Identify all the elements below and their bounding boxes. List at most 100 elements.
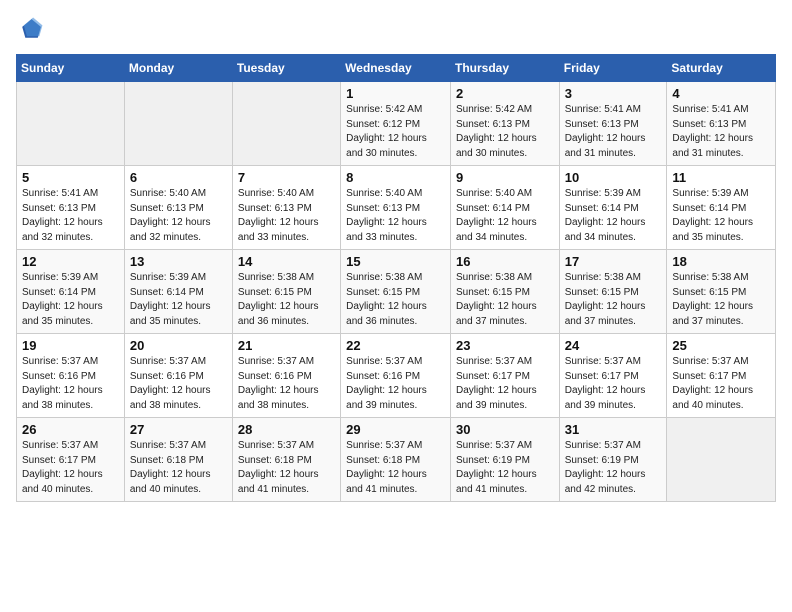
day-number: 26	[22, 422, 119, 437]
day-info: Sunrise: 5:37 AM Sunset: 6:17 PM Dayligh…	[565, 355, 662, 413]
day-number: 13	[130, 254, 227, 269]
day-info: Sunrise: 5:40 AM Sunset: 6:13 PM Dayligh…	[130, 187, 227, 245]
day-number: 12	[22, 254, 119, 269]
day-number: 4	[672, 86, 770, 101]
calendar-cell: 2 Sunrise: 5:42 AM Sunset: 6:13 PM Daylig…	[450, 82, 559, 166]
day-number: 29	[346, 422, 445, 437]
day-number: 1	[346, 86, 445, 101]
weekday-header-friday: Friday	[559, 55, 667, 82]
calendar-cell: 25Sunrise: 5:37 AM Sunset: 6:17 PM Dayli…	[667, 334, 776, 418]
calendar-cell: 4 Sunrise: 5:41 AM Sunset: 6:13 PM Daylig…	[667, 82, 776, 166]
day-info: Sunrise: 5:39 AM Sunset: 6:14 PM Dayligh…	[672, 187, 770, 245]
day-info: Sunrise: 5:42 AM Sunset: 6:13 PM Dayligh…	[456, 103, 554, 161]
calendar-cell: 7Sunrise: 5:40 AM Sunset: 6:13 PM Daylig…	[232, 166, 340, 250]
calendar-cell: 17 Sunrise: 5:38 AM Sunset: 6:15 PM Dayli…	[559, 250, 667, 334]
week-row-5: 26 Sunrise: 5:37 AM Sunset: 6:17 PM Dayli…	[17, 418, 776, 502]
day-number: 8	[346, 170, 445, 185]
calendar-cell	[17, 82, 125, 166]
week-row-1: 1 Sunrise: 5:42 AM Sunset: 6:12 PM Daylig…	[17, 82, 776, 166]
week-row-3: 12 Sunrise: 5:39 AM Sunset: 6:14 PM Dayli…	[17, 250, 776, 334]
weekday-header-row: SundayMondayTuesdayWednesdayThursdayFrid…	[17, 55, 776, 82]
day-info: Sunrise: 5:41 AM Sunset: 6:13 PM Dayligh…	[22, 187, 119, 245]
calendar-cell: 1 Sunrise: 5:42 AM Sunset: 6:12 PM Daylig…	[341, 82, 451, 166]
day-info: Sunrise: 5:40 AM Sunset: 6:14 PM Dayligh…	[456, 187, 554, 245]
calendar-cell: 22Sunrise: 5:37 AM Sunset: 6:16 PM Dayli…	[341, 334, 451, 418]
day-info: Sunrise: 5:37 AM Sunset: 6:16 PM Dayligh…	[130, 355, 227, 413]
day-number: 15	[346, 254, 445, 269]
day-info: Sunrise: 5:41 AM Sunset: 6:13 PM Dayligh…	[565, 103, 662, 161]
calendar-cell: 13 Sunrise: 5:39 AM Sunset: 6:14 PM Dayli…	[124, 250, 232, 334]
calendar-cell	[124, 82, 232, 166]
day-info: Sunrise: 5:38 AM Sunset: 6:15 PM Dayligh…	[238, 271, 335, 329]
logo	[16, 16, 48, 44]
day-number: 17	[565, 254, 662, 269]
calendar-cell: 10Sunrise: 5:39 AM Sunset: 6:14 PM Dayli…	[559, 166, 667, 250]
day-number: 14	[238, 254, 335, 269]
calendar-cell: 28Sunrise: 5:37 AM Sunset: 6:18 PM Dayli…	[232, 418, 340, 502]
calendar-cell	[232, 82, 340, 166]
day-number: 2	[456, 86, 554, 101]
day-number: 5	[22, 170, 119, 185]
day-info: Sunrise: 5:37 AM Sunset: 6:17 PM Dayligh…	[456, 355, 554, 413]
day-info: Sunrise: 5:38 AM Sunset: 6:15 PM Dayligh…	[346, 271, 445, 329]
calendar-cell	[667, 418, 776, 502]
calendar-cell: 15 Sunrise: 5:38 AM Sunset: 6:15 PM Dayli…	[341, 250, 451, 334]
day-info: Sunrise: 5:42 AM Sunset: 6:12 PM Dayligh…	[346, 103, 445, 161]
day-info: Sunrise: 5:37 AM Sunset: 6:19 PM Dayligh…	[565, 439, 662, 497]
calendar-cell: 12 Sunrise: 5:39 AM Sunset: 6:14 PM Dayli…	[17, 250, 125, 334]
calendar-cell: 18 Sunrise: 5:38 AM Sunset: 6:15 PM Dayli…	[667, 250, 776, 334]
day-number: 6	[130, 170, 227, 185]
calendar-cell: 23 Sunrise: 5:37 AM Sunset: 6:17 PM Dayli…	[450, 334, 559, 418]
weekday-header-saturday: Saturday	[667, 55, 776, 82]
day-info: Sunrise: 5:37 AM Sunset: 6:19 PM Dayligh…	[456, 439, 554, 497]
day-number: 16	[456, 254, 554, 269]
calendar-cell: 30Sunrise: 5:37 AM Sunset: 6:19 PM Dayli…	[450, 418, 559, 502]
calendar-cell: 9Sunrise: 5:40 AM Sunset: 6:14 PM Daylig…	[450, 166, 559, 250]
day-number: 11	[672, 170, 770, 185]
day-number: 18	[672, 254, 770, 269]
day-number: 28	[238, 422, 335, 437]
calendar-cell: 6 Sunrise: 5:40 AM Sunset: 6:13 PM Daylig…	[124, 166, 232, 250]
calendar-cell: 26 Sunrise: 5:37 AM Sunset: 6:17 PM Dayli…	[17, 418, 125, 502]
day-number: 7	[238, 170, 335, 185]
day-info: Sunrise: 5:37 AM Sunset: 6:16 PM Dayligh…	[22, 355, 119, 413]
calendar-cell: 24 Sunrise: 5:37 AM Sunset: 6:17 PM Dayli…	[559, 334, 667, 418]
calendar-cell: 3 Sunrise: 5:41 AM Sunset: 6:13 PM Daylig…	[559, 82, 667, 166]
day-info: Sunrise: 5:39 AM Sunset: 6:14 PM Dayligh…	[22, 271, 119, 329]
day-info: Sunrise: 5:37 AM Sunset: 6:16 PM Dayligh…	[238, 355, 335, 413]
day-number: 31	[565, 422, 662, 437]
day-number: 3	[565, 86, 662, 101]
day-info: Sunrise: 5:41 AM Sunset: 6:13 PM Dayligh…	[672, 103, 770, 161]
calendar-cell: 8Sunrise: 5:40 AM Sunset: 6:13 PM Daylig…	[341, 166, 451, 250]
day-number: 27	[130, 422, 227, 437]
day-info: Sunrise: 5:37 AM Sunset: 6:18 PM Dayligh…	[346, 439, 445, 497]
calendar-cell: 29 Sunrise: 5:37 AM Sunset: 6:18 PM Dayli…	[341, 418, 451, 502]
day-info: Sunrise: 5:37 AM Sunset: 6:17 PM Dayligh…	[22, 439, 119, 497]
weekday-header-thursday: Thursday	[450, 55, 559, 82]
calendar-cell: 21 Sunrise: 5:37 AM Sunset: 6:16 PM Dayli…	[232, 334, 340, 418]
day-number: 25	[672, 338, 770, 353]
calendar-cell: 14 Sunrise: 5:38 AM Sunset: 6:15 PM Dayli…	[232, 250, 340, 334]
weekday-header-sunday: Sunday	[17, 55, 125, 82]
day-number: 19	[22, 338, 119, 353]
day-number: 10	[565, 170, 662, 185]
calendar-cell: 20 Sunrise: 5:37 AM Sunset: 6:16 PM Dayli…	[124, 334, 232, 418]
day-info: Sunrise: 5:37 AM Sunset: 6:16 PM Dayligh…	[346, 355, 445, 413]
calendar-cell: 16Sunrise: 5:38 AM Sunset: 6:15 PM Dayli…	[450, 250, 559, 334]
calendar-cell: 19 Sunrise: 5:37 AM Sunset: 6:16 PM Dayli…	[17, 334, 125, 418]
weekday-header-tuesday: Tuesday	[232, 55, 340, 82]
weekday-header-wednesday: Wednesday	[341, 55, 451, 82]
day-info: Sunrise: 5:39 AM Sunset: 6:14 PM Dayligh…	[130, 271, 227, 329]
weekday-header-monday: Monday	[124, 55, 232, 82]
day-number: 21	[238, 338, 335, 353]
day-number: 24	[565, 338, 662, 353]
logo-icon	[16, 16, 44, 44]
calendar-cell: 11 Sunrise: 5:39 AM Sunset: 6:14 PM Dayli…	[667, 166, 776, 250]
day-number: 23	[456, 338, 554, 353]
day-info: Sunrise: 5:37 AM Sunset: 6:18 PM Dayligh…	[130, 439, 227, 497]
day-number: 20	[130, 338, 227, 353]
day-info: Sunrise: 5:38 AM Sunset: 6:15 PM Dayligh…	[565, 271, 662, 329]
calendar-cell: 31 Sunrise: 5:37 AM Sunset: 6:19 PM Dayli…	[559, 418, 667, 502]
week-row-2: 5 Sunrise: 5:41 AM Sunset: 6:13 PM Daylig…	[17, 166, 776, 250]
day-info: Sunrise: 5:38 AM Sunset: 6:15 PM Dayligh…	[672, 271, 770, 329]
